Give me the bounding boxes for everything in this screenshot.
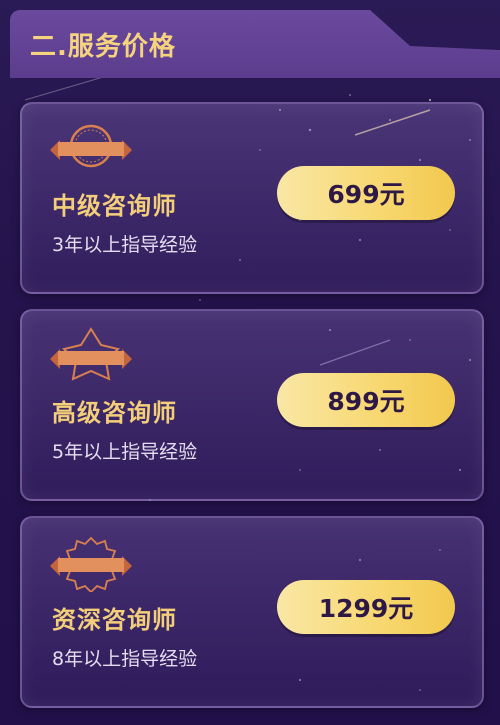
price-button[interactable]: 699元 [277, 166, 455, 220]
plan-card-expert[interactable]: 资深咨询师 8年以上指导经验 1299元 [20, 516, 484, 708]
section-title: 二.服务价格 [30, 32, 176, 62]
round-medal-badge-icon [50, 124, 132, 168]
price-button[interactable]: 899元 [277, 373, 455, 427]
plan-title: 高级咨询师 [52, 399, 177, 427]
star-medal-badge-icon [50, 327, 132, 381]
plan-subtitle: 5年以上指导经验 [52, 441, 198, 463]
price-button[interactable]: 1299元 [277, 580, 455, 634]
plan-card-senior[interactable]: 高级咨询师 5年以上指导经验 899元 [20, 309, 484, 501]
plan-card-intermediate[interactable]: 中级咨询师 3年以上指导经验 699元 [20, 102, 484, 294]
plan-title: 中级咨询师 [52, 192, 177, 220]
plan-subtitle: 8年以上指导经验 [52, 648, 198, 670]
gear-medal-badge-icon [50, 536, 132, 592]
plan-title: 资深咨询师 [52, 606, 177, 634]
plan-subtitle: 3年以上指导经验 [52, 234, 198, 256]
